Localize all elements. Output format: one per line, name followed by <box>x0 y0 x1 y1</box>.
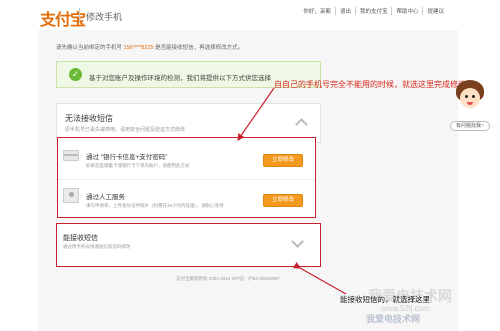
mascot-avatar[interactable] <box>454 80 486 116</box>
mascot-eye <box>472 95 475 98</box>
arrow-to-options <box>237 87 275 141</box>
bottom-annotation: 能接收短信的，就选择这里 <box>340 295 430 304</box>
mascot-eye <box>465 95 468 98</box>
mascot-face <box>460 88 480 108</box>
arrow-to-sms-panel <box>293 261 347 295</box>
watermark-caption: 我爱电技术网 <box>366 314 421 324</box>
help-mascot-label[interactable]: 有问题找我~ <box>450 121 490 131</box>
annotation-arrows <box>237 87 347 295</box>
